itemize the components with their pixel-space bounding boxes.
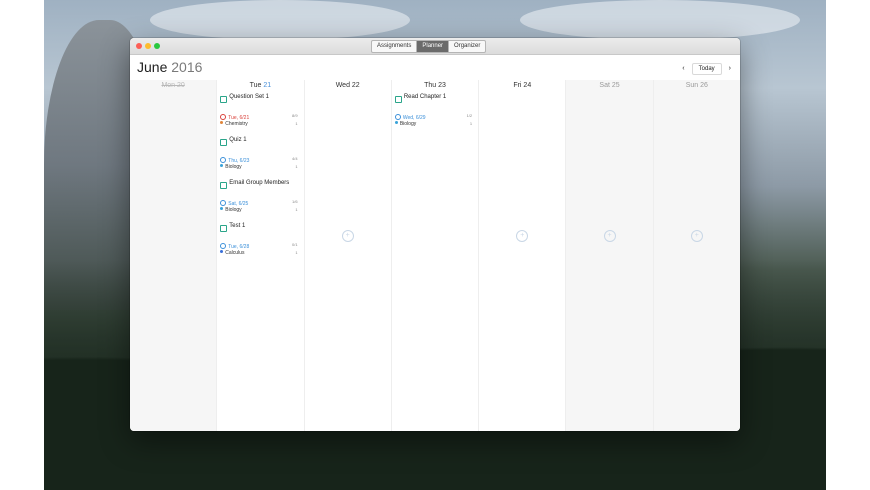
day-column-thu[interactable]: Thu 23 Read Chapter 1 Wed, 6/29 Biology … (392, 80, 480, 431)
clock-icon (220, 200, 227, 206)
day-header: Mon 20 (161, 82, 185, 89)
month-title: June 2016 (137, 59, 202, 75)
task-due-date: Tue, 6/28 (220, 243, 249, 250)
task-name: Test 1 (229, 223, 246, 229)
view-switcher: Assignments Planner Organizer (371, 40, 487, 53)
tab-planner[interactable]: Planner (417, 41, 450, 52)
task-card[interactable]: Email Group Members Sat, 6/25 Biology 1/… (219, 180, 301, 221)
task-name: Quiz 1 (229, 137, 247, 143)
task-attachments: 1 (295, 164, 298, 169)
subject-color-dot (220, 164, 224, 167)
task-name: Question Set 1 (229, 94, 269, 100)
task-name: Email Group Members (229, 180, 290, 186)
subject-color-dot (394, 121, 398, 124)
task-progress: 0/1 (292, 242, 298, 247)
task-checkbox[interactable] (220, 139, 228, 146)
task-card[interactable]: Question Set 1 Tue, 6/21 Chemistry 8/9 1 (219, 94, 301, 135)
day-header: Fri 24 (513, 82, 532, 89)
month-year: 2016 (171, 59, 203, 75)
task-card[interactable]: Test 1 Tue, 6/28 Calculus 0/1 1 (219, 223, 301, 264)
day-column-fri[interactable]: Fri 24 + (479, 80, 567, 431)
previous-week-button[interactable]: ‹ (679, 64, 687, 74)
tab-assignments[interactable]: Assignments (372, 41, 418, 52)
title-bar: Assignments Planner Organizer (130, 38, 740, 55)
task-checkbox[interactable] (220, 182, 228, 189)
task-due-date: Sat, 6/25 (220, 200, 248, 207)
day-column-sun[interactable]: Sun 26 + (653, 80, 740, 431)
today-button[interactable]: Today (691, 63, 722, 75)
day-header-weekday: Tue (249, 82, 262, 89)
task-attachments: 1 (295, 250, 298, 255)
clock-icon (220, 114, 227, 120)
week-navigation: ‹ Today › (679, 63, 734, 75)
day-column-sat[interactable]: Sat 25 + (566, 80, 654, 431)
day-column-wed[interactable]: Wed 22 + (305, 80, 392, 431)
subject-color-dot (220, 207, 224, 210)
task-subject: Biology (394, 121, 416, 127)
subject-color-dot (220, 121, 224, 124)
minimize-window-button[interactable] (145, 43, 151, 49)
planner-window: Assignments Planner Organizer June 2016 … (130, 38, 740, 431)
day-header: Thu 23 (424, 82, 446, 89)
day-column-tue[interactable]: Tue 21 Question Set 1 Tue, 6/21 Chemistr… (217, 80, 305, 431)
subject-color-dot (220, 250, 224, 253)
task-attachments: 1 (469, 121, 473, 126)
task-subject: Biology (220, 164, 242, 170)
week-grid: Mon 20 Tue 21 Question Set 1 Tue, 6/21 C… (130, 80, 740, 431)
clock-icon (220, 243, 227, 249)
day-header: Sat 25 (599, 82, 620, 89)
desktop-edge-left (0, 0, 44, 490)
day-header: Sun 26 (685, 82, 708, 89)
task-due-date: Wed, 6/29 (394, 114, 426, 121)
task-subject: Biology (220, 207, 242, 213)
zoom-window-button[interactable] (154, 43, 160, 49)
task-progress: 1/6 (292, 199, 298, 204)
month-name: June (137, 59, 168, 75)
close-window-button[interactable] (136, 43, 142, 49)
task-attachments: 1 (295, 121, 298, 126)
add-assignment-icon[interactable]: + (341, 230, 354, 242)
add-assignment-icon[interactable]: + (690, 230, 703, 242)
task-progress: 4/4 (292, 156, 298, 161)
task-subject: Calculus (220, 250, 244, 256)
task-checkbox[interactable] (220, 96, 228, 103)
task-card[interactable]: Read Chapter 1 Wed, 6/29 Biology 1/2 1 (394, 94, 476, 135)
next-week-button[interactable]: › (726, 64, 734, 74)
task-attachments: 1 (295, 207, 298, 212)
desktop-cloud (150, 0, 410, 40)
task-due-date: Tue, 6/21 (220, 114, 249, 121)
task-progress: 8/9 (292, 113, 298, 118)
day-header-date: 21 (263, 82, 272, 89)
task-due-date: Thu, 6/23 (220, 157, 249, 164)
task-checkbox[interactable] (220, 225, 228, 232)
add-assignment-icon[interactable]: + (516, 230, 529, 242)
day-header: Wed 22 (335, 82, 360, 89)
desktop-cloud (520, 0, 800, 40)
clock-icon (220, 157, 227, 163)
task-name: Read Chapter 1 (403, 94, 447, 100)
task-progress: 1/2 (466, 113, 473, 118)
task-checkbox[interactable] (394, 96, 402, 103)
task-card[interactable]: Quiz 1 Thu, 6/23 Biology 4/4 1 (219, 137, 301, 178)
clock-icon (394, 114, 401, 120)
desktop-edge-right (826, 0, 870, 490)
add-assignment-icon[interactable]: + (603, 230, 616, 242)
tab-organizer[interactable]: Organizer (449, 41, 485, 52)
day-column-mon[interactable]: Mon 20 (130, 80, 218, 431)
task-subject: Chemistry (220, 121, 248, 127)
day-header: Tue 21 (217, 80, 303, 92)
